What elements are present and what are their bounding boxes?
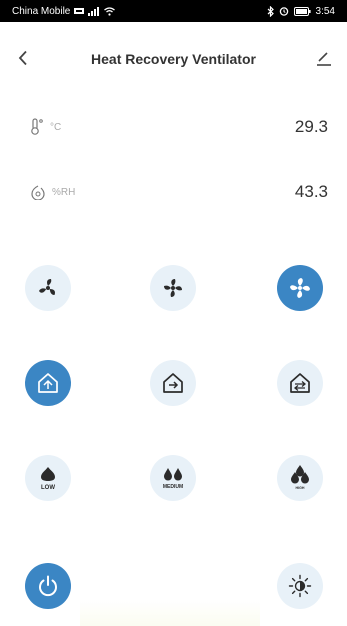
temperature-row: °C 29.3 xyxy=(30,112,336,142)
page-title: Heat Recovery Ventilator xyxy=(91,51,256,67)
humidity-high-icon: HIGH xyxy=(291,465,309,490)
humidity-medium-icon: MEDIUM xyxy=(163,468,183,490)
humidity-label: %RH xyxy=(30,184,75,200)
chevron-left-icon xyxy=(18,50,27,66)
humidity-high-label: HIGH xyxy=(296,486,305,490)
temperature-unit: °C xyxy=(50,121,62,133)
away-mode-button[interactable] xyxy=(150,360,196,406)
status-right: 3:54 xyxy=(267,5,335,17)
fan-medium-button[interactable] xyxy=(150,265,196,311)
wifi-icon xyxy=(104,6,116,16)
humidity-value: 43.3 xyxy=(294,182,328,201)
home-mode-icon xyxy=(38,373,58,393)
thermometer-icon xyxy=(31,118,43,135)
humidity-medium-button[interactable]: MEDIUM xyxy=(150,455,196,501)
humidity-high-button[interactable]: HIGH xyxy=(277,455,323,501)
humidity-low-label: LOW xyxy=(41,485,55,491)
status-time: 3:54 xyxy=(315,5,335,17)
away-mode-icon xyxy=(163,373,183,393)
temperature-label: °C xyxy=(30,118,61,136)
status-bar: China Mobile 3:54 xyxy=(0,0,347,22)
auto-mode-icon xyxy=(290,373,310,393)
bottom-fade xyxy=(80,600,260,626)
power-button[interactable] xyxy=(25,563,71,609)
status-left: China Mobile xyxy=(12,5,116,17)
home-mode-button[interactable] xyxy=(25,360,71,406)
edit-button[interactable] xyxy=(311,45,337,71)
pencil-icon xyxy=(317,52,331,66)
auto-mode-button[interactable] xyxy=(277,360,323,406)
back-button[interactable] xyxy=(10,45,36,71)
signal-icon xyxy=(88,6,100,16)
fan-high-button[interactable] xyxy=(277,265,323,311)
humidity-drop-icon xyxy=(31,185,45,200)
humidity-low-button[interactable]: LOW xyxy=(25,455,71,501)
power-icon xyxy=(39,575,57,597)
fan-high-icon xyxy=(290,278,310,298)
sim-icon xyxy=(74,8,85,14)
humidity-row: %RH 43.3 xyxy=(30,177,336,207)
temperature-value: 29.3 xyxy=(294,117,328,136)
fan-low-button[interactable] xyxy=(25,265,71,311)
fan-medium-icon xyxy=(164,279,182,297)
humidity-low-icon: LOW xyxy=(41,467,55,491)
battery-icon xyxy=(293,6,311,16)
alarm-icon xyxy=(279,7,288,16)
light-icon xyxy=(288,574,312,598)
light-button[interactable] xyxy=(277,563,323,609)
humidity-medium-label: MEDIUM xyxy=(163,484,183,490)
fan-low-icon xyxy=(39,279,55,295)
carrier-label: China Mobile xyxy=(12,5,71,17)
bluetooth-icon xyxy=(267,5,274,17)
header: Heat Recovery Ventilator xyxy=(0,36,347,82)
humidity-unit: %RH xyxy=(52,186,76,198)
